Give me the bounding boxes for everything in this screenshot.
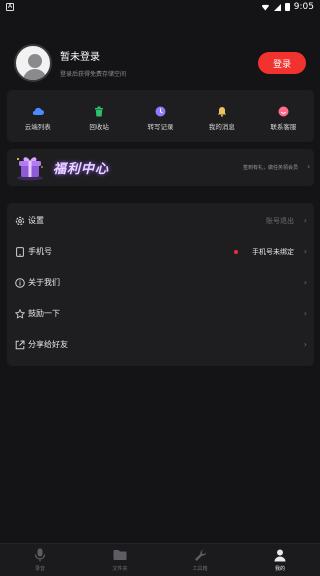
bottom-tab-bar: 录音 文件夹 工具箱 我的 <box>0 543 320 576</box>
settings-row-rate[interactable]: 鼓励一下 › <box>7 298 314 329</box>
settings-row-label: 设置 <box>28 216 44 225</box>
phone-status: 手机号未绑定 <box>252 247 294 256</box>
welfare-title: 福利中心 <box>53 162 110 177</box>
settings-row-about[interactable]: 关于我们 › <box>7 267 314 298</box>
status-time: 9:05 <box>293 2 314 12</box>
quick-action-label: 我的消息 <box>208 123 235 131</box>
support-icon <box>277 105 289 117</box>
quick-action-recycle-bin[interactable]: 回收站 <box>68 90 129 142</box>
login-button[interactable]: 登录 <box>258 52 306 74</box>
quick-action-label: 云端列表 <box>24 123 51 131</box>
quick-action-cloud-list[interactable]: 云端列表 <box>7 90 68 142</box>
tab-toolbox[interactable]: 工具箱 <box>160 544 240 576</box>
chevron-right-icon: › <box>307 162 311 171</box>
gift-box-icon <box>17 157 43 181</box>
chevron-right-icon: › <box>303 340 307 349</box>
quick-actions-card: 云端列表 回收站 转写记录 我的消息 联系客服 <box>7 90 314 142</box>
unbound-indicator-dot <box>234 249 238 254</box>
wifi-icon <box>260 4 270 11</box>
tab-label: 工具箱 <box>192 566 208 572</box>
tab-label: 录音 <box>34 566 45 572</box>
signal-icon <box>273 3 281 11</box>
person-icon <box>273 548 287 562</box>
trash-icon <box>93 105 105 117</box>
cloud-icon <box>32 105 44 117</box>
welfare-subtitle: 签到有礼，做任务领会员 <box>243 165 299 171</box>
share-icon <box>15 340 25 350</box>
quick-action-transcripts[interactable]: 转写记录 <box>130 90 191 142</box>
logout-link[interactable]: 账号退出 <box>266 216 294 226</box>
settings-row-settings[interactable]: 设置 账号退出 › <box>7 205 314 236</box>
notification-icon: A <box>6 3 14 11</box>
settings-row-label: 关于我们 <box>28 278 60 287</box>
profile-subtitle: 登录后获得免费存储空间 <box>60 71 127 78</box>
chevron-right-icon: › <box>303 278 307 287</box>
settings-row-label: 分享给好友 <box>28 340 68 349</box>
quick-action-label: 联系客服 <box>270 123 297 131</box>
gear-icon <box>15 216 25 226</box>
mic-icon <box>33 548 47 562</box>
chevron-right-icon: › <box>303 216 307 225</box>
battery-icon <box>284 3 290 11</box>
settings-row-label: 手机号 <box>28 247 52 256</box>
profile-header: 暂未登录 登录后获得免费存储空间 <box>14 44 126 82</box>
bell-icon <box>216 105 228 117</box>
settings-row-share[interactable]: 分享给好友 › <box>7 329 314 360</box>
settings-row-label: 鼓励一下 <box>28 309 60 318</box>
settings-row-phone[interactable]: 手机号 手机号未绑定 › <box>7 236 314 267</box>
quick-action-messages[interactable]: 我的消息 <box>191 90 252 142</box>
settings-list: 设置 账号退出 › 手机号 手机号未绑定 › 关于我们 › 鼓励一下 › 分享给… <box>7 203 314 366</box>
welfare-center-banner[interactable]: 福利中心 签到有礼，做任务领会员 › <box>7 149 314 186</box>
wrench-icon <box>193 548 207 562</box>
tab-me[interactable]: 我的 <box>240 544 320 576</box>
tab-label: 文件夹 <box>112 566 128 572</box>
quick-action-label: 转写记录 <box>147 123 174 131</box>
avatar[interactable] <box>14 44 52 82</box>
status-indicators: 9:05 <box>260 2 314 12</box>
status-notifications: A <box>6 3 14 11</box>
chevron-right-icon: › <box>303 247 307 256</box>
tab-label: 我的 <box>274 566 285 572</box>
clock-icon <box>155 105 167 117</box>
star-icon <box>15 308 25 319</box>
tab-record[interactable]: 录音 <box>0 544 80 576</box>
profile-name[interactable]: 暂未登录 <box>60 48 126 63</box>
folder-icon <box>113 548 127 562</box>
quick-action-label: 回收站 <box>89 123 109 131</box>
phone-icon <box>15 246 25 257</box>
quick-action-support[interactable]: 联系客服 <box>253 90 314 142</box>
info-icon <box>15 277 25 288</box>
status-bar: A 9:05 <box>0 0 320 14</box>
tab-folder[interactable]: 文件夹 <box>80 544 160 576</box>
chevron-right-icon: › <box>303 309 307 318</box>
